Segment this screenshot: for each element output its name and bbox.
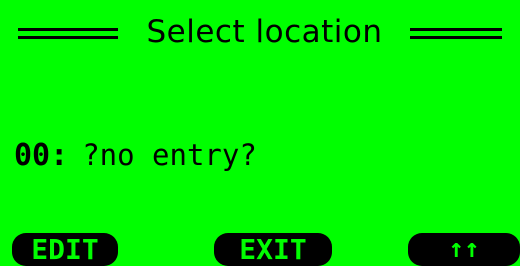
title-rule-right [410,28,502,39]
title-rule-left [18,28,118,39]
exit-softkey[interactable]: EXIT [214,233,332,266]
location-entry[interactable]: 00: ?no entry? [14,138,257,178]
entry-value: ?no entry? [82,138,257,172]
up-softkey[interactable]: ↑↑ [408,233,520,266]
page-title: Select location [146,14,383,50]
lcd-screen: Select location 00: ?no entry? EDIT EXIT … [0,0,520,266]
entry-index: 00: [14,138,69,173]
edit-softkey[interactable]: EDIT [12,233,118,266]
title-bar: Select location [0,10,520,58]
